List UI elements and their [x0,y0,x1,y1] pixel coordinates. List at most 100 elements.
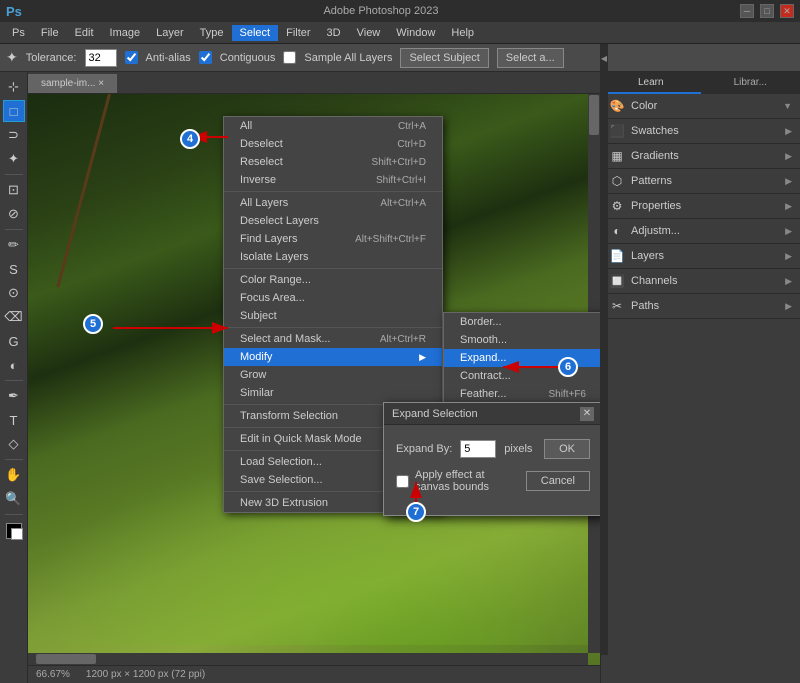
menu-inverse[interactable]: InverseShift+Ctrl+I [224,171,442,189]
ok-button[interactable]: OK [544,439,590,459]
apply-effect-checkbox[interactable] [396,475,409,488]
panel-gradients-header[interactable]: ▦ Gradients ▶ [601,144,800,168]
tool-crop[interactable]: ⊡ [3,179,25,201]
select-mask-button[interactable]: Select a... [497,48,564,68]
select-subject-button[interactable]: Select Subject [400,48,488,68]
menu-select-mask[interactable]: Select and Mask...Alt+Ctrl+R [224,330,442,348]
menu-all-layers[interactable]: All LayersAlt+Ctrl+A [224,194,442,212]
file-tab-active[interactable]: sample-im... × [28,74,117,93]
tool-hand[interactable]: ✋ [3,464,25,486]
properties-collapse-arrow: ▶ [785,201,792,212]
color-icon: 🎨 [609,98,625,114]
menu-sep-3 [224,327,442,328]
menu-3d[interactable]: 3D [319,25,349,41]
menu-isolate-layers[interactable]: Isolate Layers [224,248,442,266]
expand-by-row: Expand By: pixels OK [396,439,590,459]
menu-select[interactable]: Select [232,25,279,41]
panel-adjustments-header[interactable]: ◐ Adjustm... ▶ [601,219,800,243]
menu-help[interactable]: Help [443,25,482,41]
tool-brush[interactable]: ✏ [3,234,25,256]
modify-submenu: Border... Smooth... Expand... Contract..… [443,312,600,404]
titlebar: Ps Adobe Photoshop 2023 ─ □ ✕ [0,0,800,22]
canvas-area: sample-im... × @Myexsmple 66.67% 12 [28,72,600,683]
menu-file[interactable]: File [33,25,67,41]
tool-select-rect[interactable]: □ [3,100,25,122]
menu-window[interactable]: Window [388,25,443,41]
menu-edit[interactable]: Edit [67,25,102,41]
menu-find-layers[interactable]: Find LayersAlt+Shift+Ctrl+F [224,230,442,248]
menu-grow[interactable]: Grow [224,366,442,384]
panel-adjustments-label: Adjustm... [631,225,680,237]
menu-focus-area[interactable]: Focus Area... [224,289,442,307]
tool-lasso[interactable]: ⊃ [3,124,25,146]
close-button[interactable]: ✕ [780,4,794,18]
panel-swatches-header[interactable]: ⬛ Swatches ▶ [601,119,800,143]
panel-color-header[interactable]: 🎨 Color ▼ [601,94,800,118]
cancel-button[interactable]: Cancel [526,471,590,491]
scroll-thumb-h[interactable] [36,654,96,664]
tool-dodge[interactable]: ◐ [3,354,25,376]
tool-pen[interactable]: ✒ [3,385,25,407]
antialias-label: Anti-alias [146,52,191,64]
panel-paths: ✂ Paths ▶ [601,294,800,319]
menu-view[interactable]: View [349,25,389,41]
tool-shape[interactable]: ◇ [3,433,25,455]
menu-deselect-layers[interactable]: Deselect Layers [224,212,442,230]
expand-by-input[interactable] [460,440,496,458]
panel-layers-label: Layers [631,250,664,262]
menu-color-range[interactable]: Color Range... [224,271,442,289]
panel-properties-label: Properties [631,200,681,212]
panel-patterns-header[interactable]: ⬡ Patterns ▶ [601,169,800,193]
panel-paths-header[interactable]: ✂ Paths ▶ [601,294,800,318]
menu-image[interactable]: Image [102,25,149,41]
toolbar-separator-4 [5,459,23,460]
badge-7: 7 [406,502,426,522]
menu-reselect[interactable]: ReselectShift+Ctrl+D [224,153,442,171]
contiguous-checkbox[interactable] [199,51,212,64]
tool-eyedropper[interactable]: ⊘ [3,203,25,225]
tool-stamp[interactable]: S [3,258,25,280]
dialog-close-button[interactable]: ✕ [580,407,594,421]
submenu-smooth[interactable]: Smooth... [444,331,600,349]
sample-all-checkbox[interactable] [283,51,296,64]
main-layout: ⊹ □ ⊃ ✦ ⊡ ⊘ ✏ S ⊙ ⌫ G ◐ ✒ T ◇ ✋ 🔍 sample… [0,72,800,683]
panel-color-label: Color [631,100,657,112]
tool-type[interactable]: T [3,409,25,431]
menu-type[interactable]: Type [192,25,232,41]
tab-libraries[interactable]: Librar... [701,72,800,94]
panel-channels-label: Channels [631,275,677,287]
menu-similar[interactable]: Similar [224,384,442,402]
status-bar: 66.67% 1200 px × 1200 px (72 ppi) [28,665,600,683]
panel-channels-header[interactable]: 🔲 Channels ▶ [601,269,800,293]
menu-deselect[interactable]: DeselectCtrl+D [224,135,442,153]
badge-4: 4 [180,129,200,149]
menu-all[interactable]: AllCtrl+A [224,117,442,135]
antialias-checkbox[interactable] [125,51,138,64]
menu-subject[interactable]: Subject [224,307,442,325]
menu-ps[interactable]: Ps [4,25,33,41]
panel-adjustments: ◐ Adjustm... ▶ [601,219,800,244]
scroll-thumb-v[interactable] [589,95,599,135]
menu-filter[interactable]: Filter [278,25,318,41]
menu-modify[interactable]: Modify▶ [224,348,442,366]
panel-layers-header[interactable]: 📄 Layers ▶ [601,244,800,268]
menu-layer[interactable]: Layer [148,25,192,41]
titlebar-title: Adobe Photoshop 2023 [22,5,740,17]
panel-properties-header[interactable]: ⚙ Properties ▶ [601,194,800,218]
tolerance-input[interactable] [85,49,117,67]
tool-gradient[interactable]: G [3,330,25,352]
tool-move[interactable]: ⊹ [3,76,25,98]
menu-sep-1 [224,191,442,192]
foreground-color[interactable] [6,523,22,539]
tool-zoom[interactable]: 🔍 [3,488,25,510]
background-color[interactable] [11,528,23,540]
submenu-feather[interactable]: Feather...Shift+F6 [444,385,600,403]
minimize-button[interactable]: ─ [740,4,754,18]
submenu-border[interactable]: Border... [444,313,600,331]
layers-icon: 📄 [609,248,625,264]
tool-history[interactable]: ⊙ [3,282,25,304]
tool-eraser[interactable]: ⌫ [3,306,25,328]
restore-button[interactable]: □ [760,4,774,18]
tab-learn[interactable]: Learn [601,72,701,94]
tool-magic-wand[interactable]: ✦ [3,148,25,170]
